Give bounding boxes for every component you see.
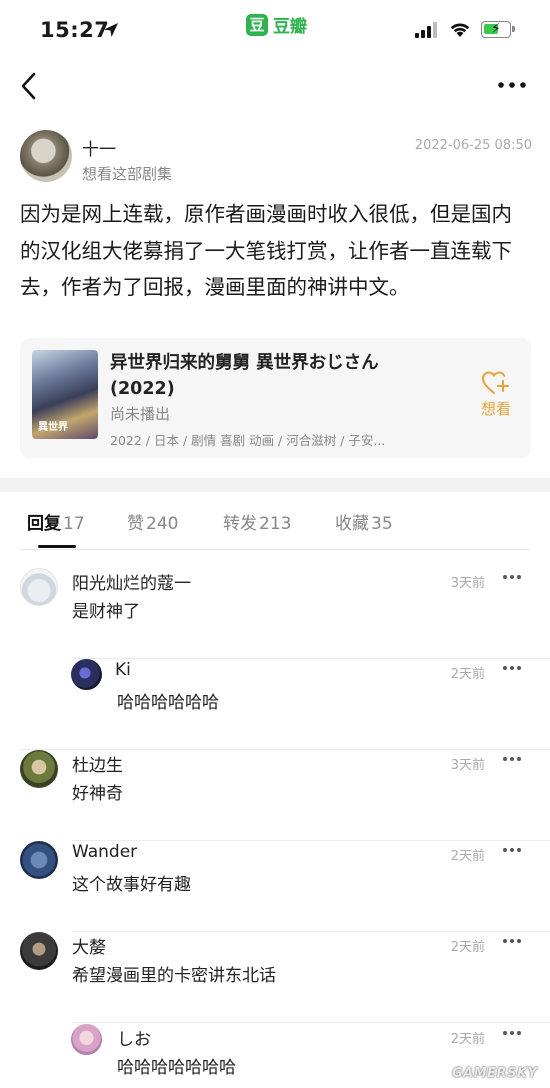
watermark: GAMERSKY	[452, 1066, 538, 1081]
comment-time: 2天前	[450, 667, 485, 682]
section-divider	[0, 478, 550, 492]
commenter-name[interactable]: 阳光灿烂的蔻一	[72, 569, 191, 594]
post-timestamp: 2022-06-25 08:50	[414, 138, 532, 153]
comment-item: 阳光灿烂的蔻一 是财神了 3天前	[0, 568, 550, 659]
comment-time: 2天前	[450, 849, 485, 864]
comment-time: 3天前	[450, 576, 485, 591]
commenter-name[interactable]: 大嫠	[72, 933, 106, 958]
back-chevron-icon[interactable]	[18, 70, 40, 102]
comment-text: 这个故事好有趣	[72, 875, 191, 895]
location-arrow-icon	[104, 23, 118, 37]
comment-more-icon[interactable]	[502, 847, 522, 853]
tab-reposts[interactable]: 转发 213	[223, 509, 291, 534]
comment-item: 大嫠 希望漫画里的卡密讲东北话 2天前	[0, 932, 550, 1023]
comment-more-icon[interactable]	[502, 1030, 522, 1036]
commenter-name[interactable]: Wander	[72, 842, 137, 862]
commenter-name[interactable]: しお	[117, 1025, 151, 1050]
wifi-icon	[450, 23, 470, 37]
commenter-avatar[interactable]	[20, 568, 58, 606]
comment-text: 是财神了	[72, 602, 140, 622]
comment-more-icon[interactable]	[502, 756, 522, 762]
tab-replies[interactable]: 回复 17	[27, 509, 85, 534]
status-bar: 15:27 豆 豆瓣 ⚡	[0, 0, 550, 62]
commenter-avatar[interactable]	[71, 659, 102, 690]
comment-text: 好神奇	[72, 784, 123, 804]
media-status: 尚未播出	[110, 405, 171, 423]
tabs-divider	[20, 549, 530, 550]
douban-logo-icon: 豆	[246, 13, 268, 36]
commenter-name[interactable]: Ki	[115, 660, 131, 680]
more-options-icon[interactable]	[497, 81, 527, 89]
comment-text: 希望漫画里的卡密讲东北话	[72, 966, 276, 986]
want-to-watch-label: 想看	[480, 400, 511, 418]
comment-time: 3天前	[450, 758, 485, 773]
commenter-name[interactable]: 杜边生	[72, 751, 123, 776]
comment-more-icon[interactable]	[502, 938, 522, 944]
comment-time: 2天前	[450, 940, 485, 955]
comment-time: 2天前	[450, 1032, 485, 1047]
comment-item: Wander 这个故事好有趣 2天前	[0, 841, 550, 932]
comment-item: 杜边生 好神奇 3天前	[0, 750, 550, 841]
author-name[interactable]: 十一	[82, 135, 116, 160]
status-time: 15:27	[40, 18, 110, 42]
comment-text: 哈哈哈哈哈哈哈	[117, 1058, 236, 1078]
commenter-avatar[interactable]	[20, 841, 58, 879]
heart-plus-icon	[481, 371, 509, 394]
commenter-avatar[interactable]	[20, 932, 58, 970]
nav-bar	[0, 62, 550, 112]
comment-more-icon[interactable]	[502, 574, 522, 580]
media-poster: 異世界	[32, 350, 98, 439]
app-name: 豆瓣	[273, 17, 307, 37]
interaction-tabs: 回复 17 赞 240 转发 213 收藏 35	[0, 495, 550, 550]
comment-text: 哈哈哈哈哈哈	[117, 693, 219, 713]
app-badge: 豆 豆瓣	[246, 12, 307, 37]
post-body: 因为是网上连载，原作者画漫画时收入很低，但是国内的汉化组大佬募捐了一大笔钱打赏，…	[20, 202, 512, 299]
cellular-signal-icon	[415, 22, 437, 38]
media-meta: 2022 / 日本 / 剧情 喜剧 动画 / 河合滋树 / 子安...	[110, 433, 386, 448]
battery-icon: ⚡	[481, 21, 515, 38]
media-title: 异世界归来的舅舅 異世界おじさん (2022)	[110, 353, 379, 399]
author-status: 想看这部剧集	[82, 165, 173, 183]
tab-likes[interactable]: 赞 240	[127, 509, 178, 534]
want-to-watch-button[interactable]: 想看	[473, 370, 519, 430]
active-tab-indicator	[38, 545, 76, 548]
tab-collections[interactable]: 收藏 35	[335, 509, 393, 534]
commenter-avatar[interactable]	[71, 1024, 102, 1055]
author-avatar[interactable]	[20, 130, 72, 182]
comment-reply-item: Ki 哈哈哈哈哈哈 2天前	[0, 659, 550, 750]
media-card[interactable]: 異世界 异世界归来的舅舅 異世界おじさん (2022) 尚未播出 2022 / …	[20, 338, 531, 458]
comment-more-icon[interactable]	[502, 665, 522, 671]
commenter-avatar[interactable]	[20, 750, 58, 788]
